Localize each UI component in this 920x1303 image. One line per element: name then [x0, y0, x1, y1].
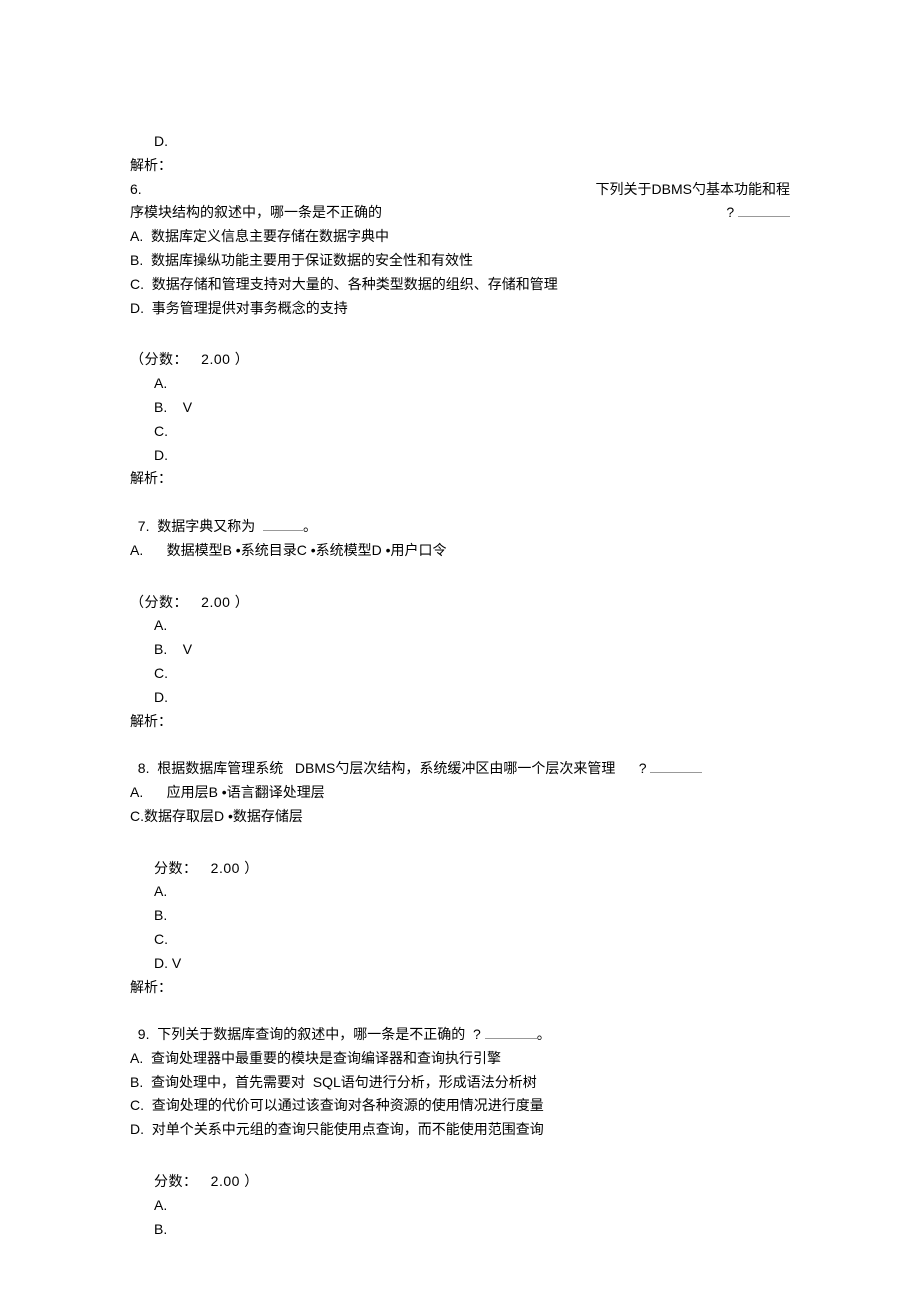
q9-stem: 9. 下列关于数据库查询的叙述中，哪一条是不正确的 ? 。	[130, 999, 790, 1047]
q6-ans-a: A.	[130, 372, 790, 396]
q6-stem-left: 序模块结构的叙述中，哪一条是不正确的	[130, 201, 382, 225]
q6-ans-b: B. V	[130, 396, 790, 420]
q9-option-c: C. 查询处理的代价可以通过该查询对各种资源的使用情况进行度量	[130, 1094, 790, 1118]
q7-score: （分数： 2.00 ）	[130, 591, 790, 615]
q8-option-c: C.数据存取层D •数据存储层	[130, 805, 790, 829]
blank	[650, 760, 702, 774]
blank	[263, 517, 303, 531]
q7-stem: 7. 数据字典又称为 。	[130, 491, 790, 539]
q7-ans-d: D.	[130, 686, 790, 710]
q9-ans-b: B.	[130, 1218, 790, 1242]
q9-ans-a: A.	[130, 1194, 790, 1218]
q6-line1: 6. 下列关于DBMS勺基本功能和程	[130, 178, 790, 202]
q6-explain: 解析：	[130, 467, 790, 491]
explain-label: 解析：	[130, 154, 790, 178]
q9-option-b: B. 查询处理中，首先需要对 SQL语句进行分析，形成语法分析树	[130, 1071, 790, 1095]
q8-ans-a: A.	[130, 880, 790, 904]
q6-option-b: B. 数据库操纵功能主要用于保证数据的安全性和有效性	[130, 249, 790, 273]
q7-ans-b: B. V	[130, 638, 790, 662]
q8-option-a: A. 应用层B •语言翻译处理层	[130, 781, 790, 805]
q7-explain: 解析：	[130, 710, 790, 734]
q7-ans-c: C.	[130, 662, 790, 686]
q9-option-a: A. 查询处理器中最重要的模块是查询编译器和查询执行引擎	[130, 1047, 790, 1071]
q6-right-text: 下列关于DBMS勺基本功能和程	[596, 178, 790, 202]
q6-score: （分数： 2.00 ）	[130, 348, 790, 372]
q8-ans-b: B.	[130, 904, 790, 928]
q7-option-a: A. 数据模型B •系统目录C •系统模型D •用户口令	[130, 539, 790, 563]
option-d: D.	[130, 130, 790, 154]
q7-ans-a: A.	[130, 614, 790, 638]
q6-option-d: D. 事务管理提供对事务概念的支持	[130, 297, 790, 321]
q6-stem-right: ?	[726, 201, 790, 225]
q6-option-c: C. 数据存储和管理支持对大量的、各种类型数据的组织、存储和管理	[130, 273, 790, 297]
q9-option-d: D. 对单个关系中元组的查询只能使用点查询，而不能使用范围查询	[130, 1118, 790, 1142]
q9-score: 分数： 2.00 ）	[130, 1170, 790, 1194]
blank	[738, 204, 790, 218]
q6-option-a: A. 数据库定义信息主要存储在数据字典中	[130, 225, 790, 249]
q6-line2: 序模块结构的叙述中，哪一条是不正确的 ?	[130, 201, 790, 225]
q8-ans-d: D. V	[130, 952, 790, 976]
q6-ans-d: D.	[130, 444, 790, 468]
q6-number: 6.	[130, 178, 142, 202]
q6-ans-c: C.	[130, 420, 790, 444]
option-text: D.	[154, 133, 168, 149]
q8-stem: 8. 根据数据库管理系统 DBMS勺层次结构，系统缓冲区由哪一个层次来管理 ?	[130, 733, 790, 781]
q8-explain: 解析：	[130, 976, 790, 1000]
q8-ans-c: C.	[130, 928, 790, 952]
q8-score: 分数： 2.00 ）	[130, 857, 790, 881]
blank	[485, 1026, 537, 1040]
